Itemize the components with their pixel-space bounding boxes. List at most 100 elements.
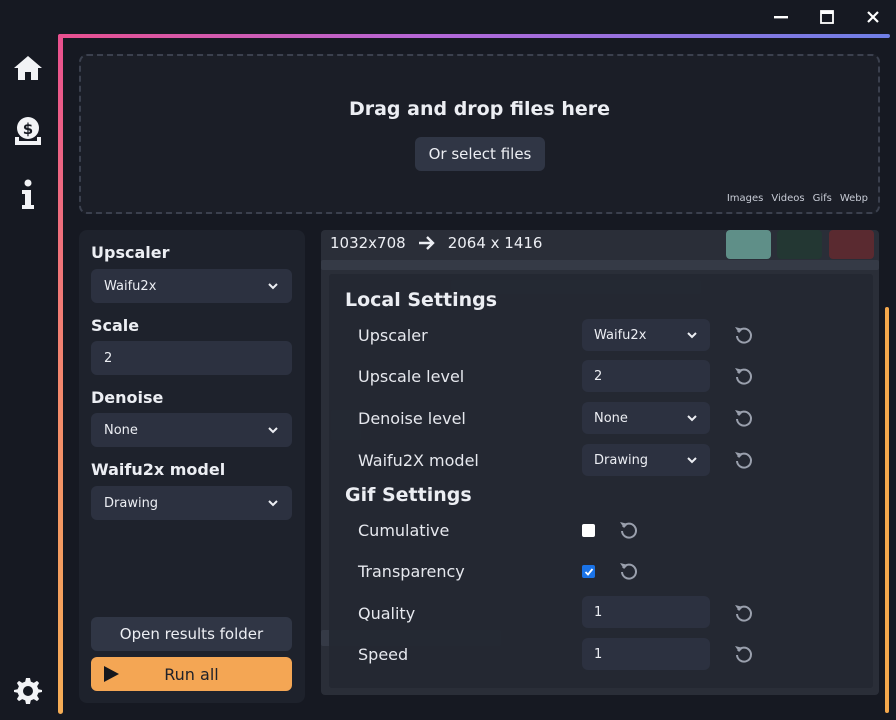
chevron-down-icon xyxy=(268,283,278,290)
reset-icon xyxy=(735,452,752,469)
reset-icon xyxy=(735,410,752,427)
run-all-label: Run all xyxy=(164,664,219,684)
side-nav: $ xyxy=(0,34,56,720)
close-icon xyxy=(867,11,879,23)
nav-donate[interactable]: $ xyxy=(12,115,44,147)
local-model-value: Drawing xyxy=(594,452,649,468)
preview-content xyxy=(321,260,879,270)
reset-upscale-level-button[interactable] xyxy=(733,365,755,387)
source-resolution: 1032x708 xyxy=(330,234,406,252)
reset-icon xyxy=(620,522,637,539)
reset-speed-button[interactable] xyxy=(733,643,755,665)
speed-input[interactable]: 1 xyxy=(582,638,710,670)
close-button[interactable] xyxy=(862,6,884,28)
upscaler-label: Upscaler xyxy=(358,326,428,345)
model-value: Drawing xyxy=(104,495,159,511)
settings-icon xyxy=(14,678,42,704)
arrow-right-icon xyxy=(418,236,435,250)
waifu2x-model-label: Waifu2X model xyxy=(358,451,479,470)
minimize-icon xyxy=(774,16,788,19)
scale-input[interactable]: 2 xyxy=(91,341,292,375)
format-label: Webp xyxy=(839,193,868,204)
denoise-select[interactable]: None xyxy=(91,413,292,447)
format-label: Videos xyxy=(771,193,805,204)
upscaler-label: Upscaler xyxy=(91,243,170,262)
upscaler-select[interactable]: Waifu2x xyxy=(91,269,292,303)
model-select[interactable]: Drawing xyxy=(91,486,292,520)
global-settings-panel: Upscaler Waifu2x Scale 2 Denoise None Wa… xyxy=(79,230,305,703)
reset-denoise-level-button[interactable] xyxy=(733,407,755,429)
scrollbar[interactable] xyxy=(885,307,889,713)
transparency-checkbox[interactable] xyxy=(582,565,595,578)
target-resolution: 2064 x 1416 xyxy=(447,234,543,252)
chevron-down-icon xyxy=(268,427,278,434)
play-icon xyxy=(104,666,119,682)
open-results-folder-button[interactable]: Open results folder xyxy=(91,617,292,651)
resolution-info: 1032x708 2064 x 1416 xyxy=(330,234,542,252)
denoise-value: None xyxy=(104,422,138,438)
donate-icon: $ xyxy=(15,117,41,145)
run-all-button[interactable]: Run all xyxy=(91,657,292,691)
quality-label: Quality xyxy=(358,604,416,623)
quality-input[interactable]: 1 xyxy=(582,596,710,628)
reset-icon xyxy=(735,605,752,622)
local-denoise-level-select[interactable]: None xyxy=(582,402,710,434)
upscaler-value: Waifu2x xyxy=(104,278,157,294)
cumulative-checkbox[interactable] xyxy=(582,524,595,537)
gradient-border-left xyxy=(58,34,63,714)
reset-upscaler-button[interactable] xyxy=(733,324,755,346)
nav-home[interactable] xyxy=(12,52,44,84)
chevron-down-icon xyxy=(268,500,278,507)
local-denoise-level-value: None xyxy=(594,410,628,426)
reset-model-button[interactable] xyxy=(733,449,755,471)
maximize-button[interactable] xyxy=(816,6,838,28)
speed-label: Speed xyxy=(358,645,409,664)
local-upscaler-value: Waifu2x xyxy=(594,327,647,343)
home-icon xyxy=(14,56,42,80)
reset-cumulative-button[interactable] xyxy=(618,519,640,541)
info-icon xyxy=(22,179,34,209)
minimize-button[interactable] xyxy=(770,6,792,28)
chevron-down-icon xyxy=(687,332,697,339)
chevron-down-icon xyxy=(687,457,697,464)
color-swatch xyxy=(777,230,822,259)
upscale-level-label: Upscale level xyxy=(358,367,465,386)
reset-transparency-button[interactable] xyxy=(618,560,640,582)
quality-value: 1 xyxy=(594,604,603,620)
scale-value: 2 xyxy=(104,350,113,366)
drop-zone-title: Drag and drop files here xyxy=(348,98,611,120)
reset-icon xyxy=(620,563,637,580)
scale-label: Scale xyxy=(91,316,140,335)
format-label: Gifs xyxy=(812,193,832,204)
local-model-select[interactable]: Drawing xyxy=(582,444,710,476)
reset-icon xyxy=(735,368,752,385)
denoise-label: Denoise xyxy=(91,388,164,407)
local-settings-title: Local Settings xyxy=(345,289,498,311)
local-upscale-level-input[interactable]: 2 xyxy=(582,360,710,392)
select-files-button[interactable]: Or select files xyxy=(415,137,545,171)
drop-zone[interactable]: Drag and drop files here Or select files… xyxy=(79,54,880,214)
reset-quality-button[interactable] xyxy=(733,602,755,624)
color-swatch xyxy=(726,230,771,259)
supported-formats: Images Videos Gifs Webp xyxy=(727,193,868,204)
nav-settings[interactable] xyxy=(12,675,44,707)
maximize-icon xyxy=(820,10,834,24)
gradient-border-top xyxy=(58,34,890,38)
denoise-level-label: Denoise level xyxy=(358,409,466,428)
reset-icon xyxy=(735,327,752,344)
checkmark-icon xyxy=(584,567,593,576)
title-bar xyxy=(0,0,896,34)
transparency-label: Transparency xyxy=(358,562,465,581)
local-upscaler-select[interactable]: Waifu2x xyxy=(582,319,710,351)
svg-text:$: $ xyxy=(23,120,33,138)
cumulative-label: Cumulative xyxy=(358,521,450,540)
model-label: Waifu2x model xyxy=(91,460,226,479)
color-swatch xyxy=(829,230,874,259)
nav-info[interactable] xyxy=(12,178,44,210)
format-label: Images xyxy=(726,193,764,204)
reset-icon xyxy=(735,646,752,663)
local-settings-overlay: Local Settings Upscaler Waifu2x Upscale … xyxy=(329,274,873,688)
local-upscale-level-value: 2 xyxy=(594,368,603,384)
chevron-down-icon xyxy=(687,415,697,422)
gif-settings-title: Gif Settings xyxy=(345,484,472,506)
